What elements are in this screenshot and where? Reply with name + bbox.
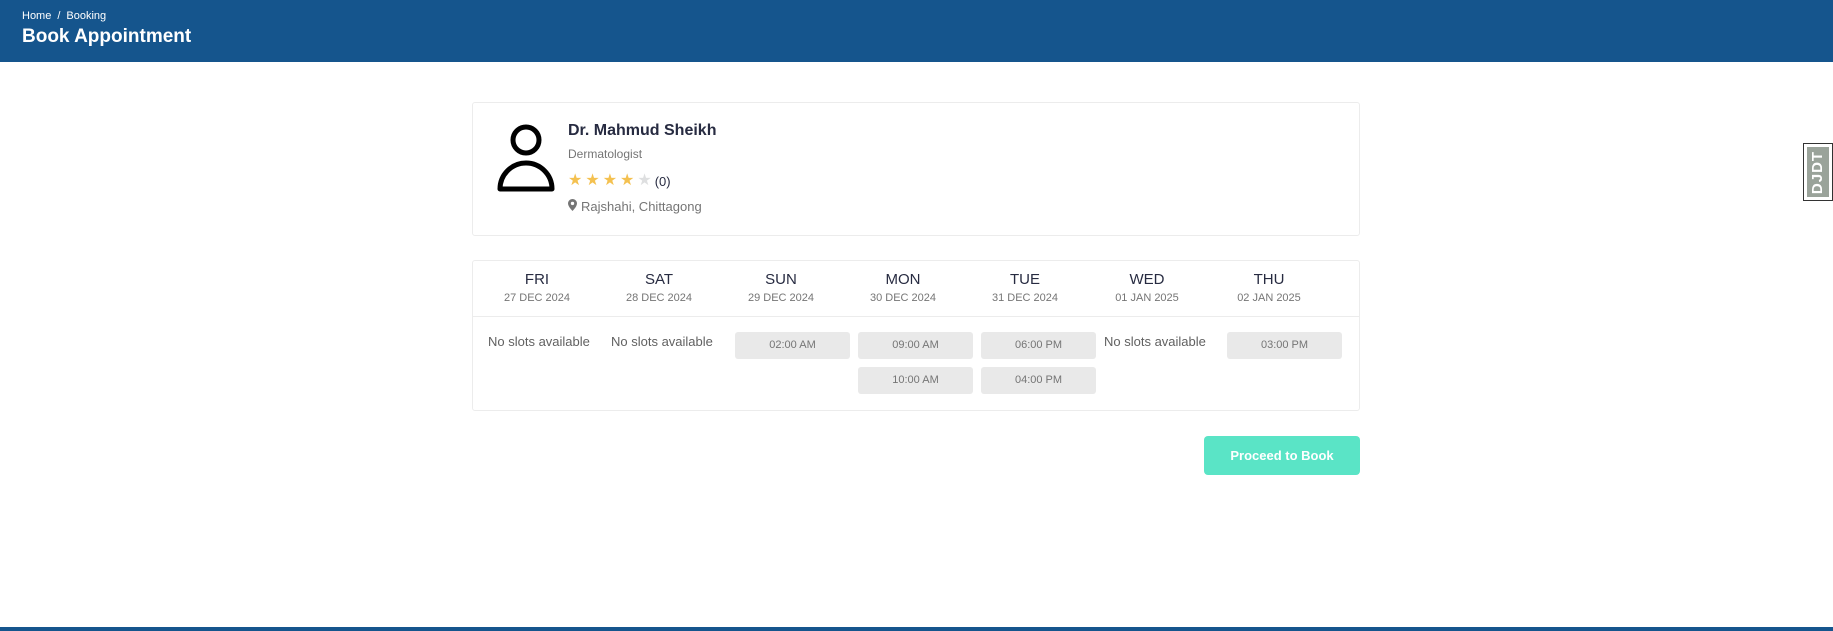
day-header-thu: THU 02 JAN 2025 xyxy=(1208,261,1330,316)
star-icon: ★ xyxy=(620,172,635,189)
day-date: 30 DEC 2024 xyxy=(869,292,937,304)
time-slot-button[interactable]: 10:00 AM xyxy=(858,367,973,394)
page-header: Home / Booking Book Appointment xyxy=(0,0,1833,62)
day-header-sat: SAT 28 DEC 2024 xyxy=(598,261,720,316)
day-header-sun: SUN 29 DEC 2024 xyxy=(720,261,842,316)
day-name: WED xyxy=(1129,271,1165,288)
day-name: SAT xyxy=(644,271,674,288)
footer-border xyxy=(0,627,1833,631)
day-name: TUE xyxy=(1010,271,1040,288)
location-text: Rajshahi, Chittagong xyxy=(581,199,702,214)
breadcrumb-current: Booking xyxy=(66,10,107,22)
day-name: THU xyxy=(1253,271,1285,288)
breadcrumb: Home / Booking xyxy=(22,10,106,22)
star-icon: ★ xyxy=(568,172,583,189)
star-icon: ★ xyxy=(602,172,618,189)
breadcrumb-separator: / xyxy=(57,10,61,22)
no-slots-text: No slots available xyxy=(611,334,713,349)
no-slots-text: No slots available xyxy=(488,334,590,349)
day-header-wed: WED 01 JAN 2025 xyxy=(1086,261,1208,316)
time-slot-button[interactable]: 04:00 PM xyxy=(981,367,1096,394)
day-name: SUN xyxy=(765,271,797,288)
time-slot-button[interactable]: 06:00 PM xyxy=(981,332,1096,359)
time-slot-button[interactable]: 03:00 PM xyxy=(1227,332,1342,359)
page-title: Book Appointment xyxy=(22,26,192,47)
time-slot-button[interactable]: 02:00 AM xyxy=(735,332,850,359)
doctor-location: Rajshahi, Chittagong xyxy=(568,199,702,214)
day-date: 27 DEC 2024 xyxy=(503,292,571,304)
day-date: 31 DEC 2024 xyxy=(991,292,1059,304)
debug-toolbar-label: DJDT xyxy=(1809,150,1827,194)
user-icon xyxy=(496,121,556,193)
no-slots-text: No slots available xyxy=(1104,334,1206,349)
rating-count: (0) xyxy=(654,173,671,189)
day-header-mon: MON 30 DEC 2024 xyxy=(842,261,964,316)
doctor-specialty: Dermatologist xyxy=(568,147,643,161)
debug-toolbar-handle[interactable]: DJDT xyxy=(1803,143,1833,201)
day-name: FRI xyxy=(524,271,550,288)
doctor-card: Dr. Mahmud Sheikh Dermatologist ★ ★ ★ ★ … xyxy=(472,102,1360,236)
day-date: 28 DEC 2024 xyxy=(625,292,693,304)
star-icon: ★ xyxy=(585,172,600,189)
day-date: 02 JAN 2025 xyxy=(1237,292,1301,304)
doctor-rating: ★ ★ ★ ★ ★ (0) xyxy=(568,173,671,189)
day-header-tue: TUE 31 DEC 2024 xyxy=(964,261,1086,316)
breadcrumb-home-link[interactable]: Home xyxy=(22,10,51,22)
day-header-fri: FRI 27 DEC 2024 xyxy=(476,261,598,316)
day-date: 01 JAN 2025 xyxy=(1115,292,1179,304)
map-marker-icon xyxy=(568,199,577,214)
day-name: MON xyxy=(885,271,921,288)
time-slot-button[interactable]: 09:00 AM xyxy=(858,332,973,359)
schedule-widget: FRI 27 DEC 2024 SAT 28 DEC 2024 SUN 29 D… xyxy=(472,260,1360,411)
day-date: 29 DEC 2024 xyxy=(747,292,815,304)
doctor-name[interactable]: Dr. Mahmud Sheikh xyxy=(568,122,716,140)
proceed-to-book-button[interactable]: Proceed to Book xyxy=(1204,436,1360,475)
star-empty-icon: ★ xyxy=(637,172,652,189)
schedule-divider xyxy=(473,316,1359,317)
